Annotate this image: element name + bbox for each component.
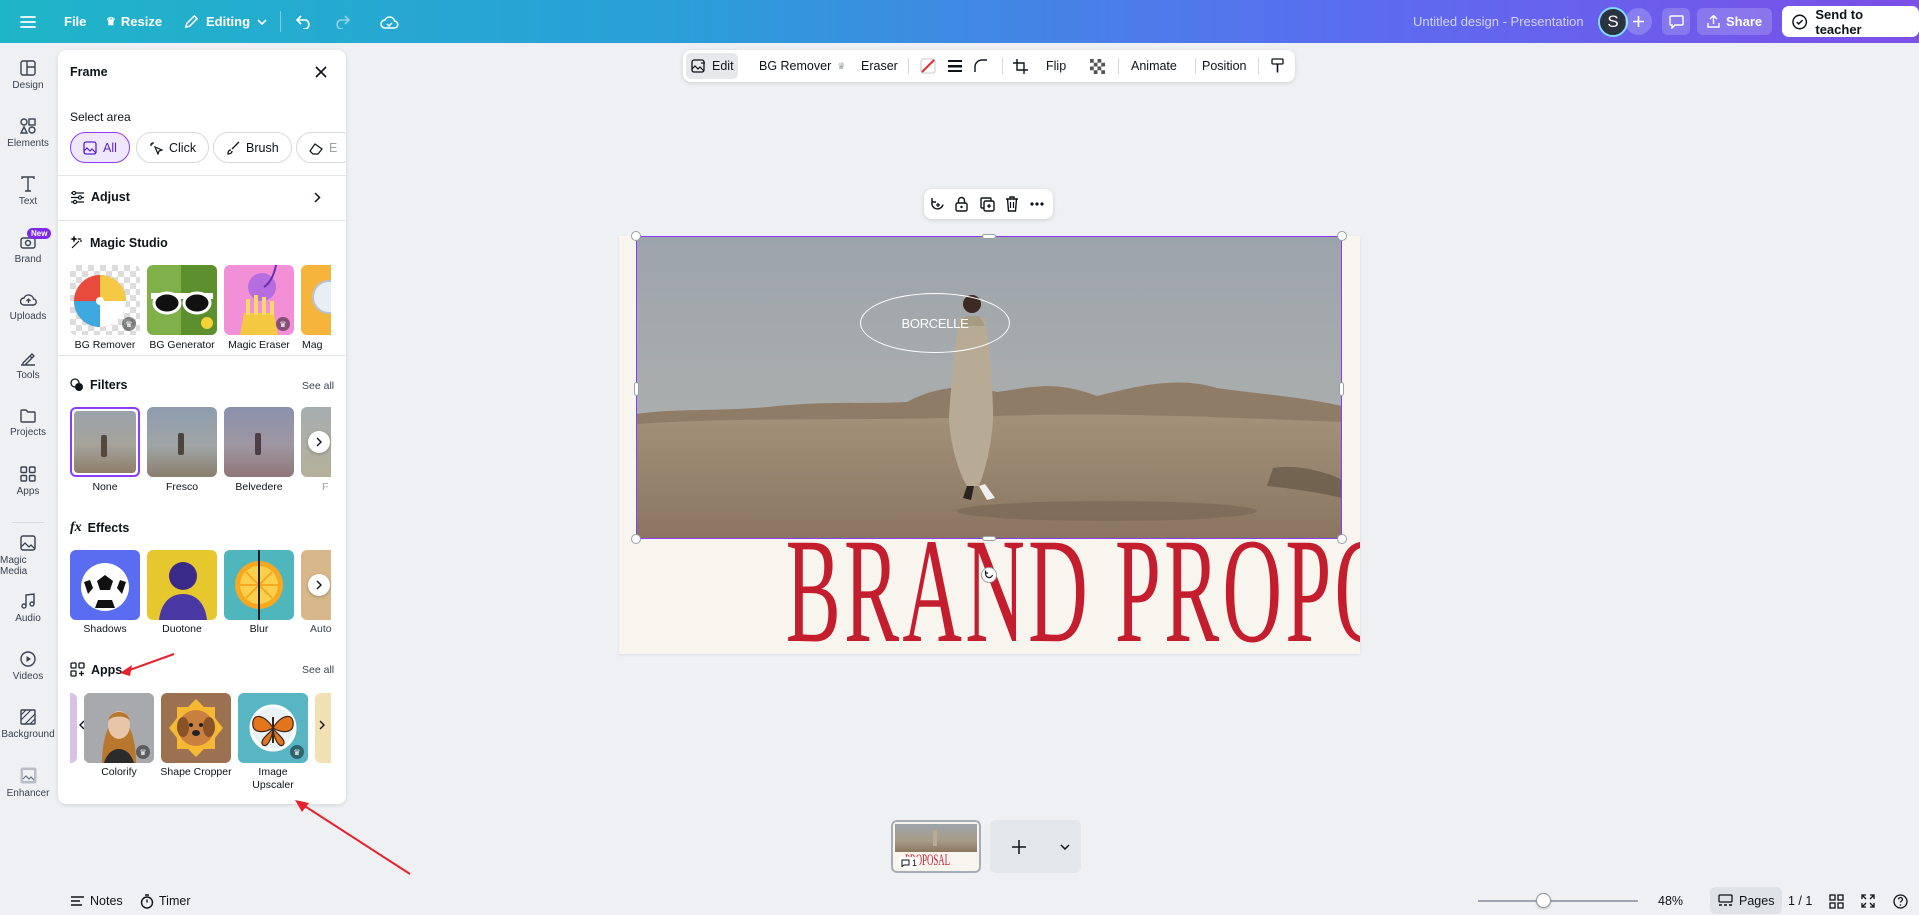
comment-icon bbox=[901, 859, 910, 867]
notes-label: Notes bbox=[90, 894, 123, 908]
pages-icon bbox=[1718, 894, 1733, 906]
thumb-figure bbox=[933, 830, 937, 846]
pages-button[interactable]: Pages bbox=[1710, 887, 1783, 914]
page-count[interactable]: 1 / 1 bbox=[1788, 890, 1812, 912]
thumb-photo bbox=[895, 824, 977, 852]
timer-icon bbox=[140, 893, 154, 909]
help-icon[interactable] bbox=[1893, 890, 1908, 912]
zoom-slider-knob[interactable] bbox=[1536, 893, 1551, 908]
grid-view-icon[interactable] bbox=[1829, 890, 1844, 912]
comment-count: 1 bbox=[912, 858, 918, 868]
page-thumbnail[interactable]: PROPOSAL 1 bbox=[891, 820, 981, 873]
add-page-button[interactable] bbox=[990, 820, 1081, 873]
zoom-slider[interactable] bbox=[1478, 900, 1638, 902]
comment-count-badge: 1 bbox=[899, 857, 920, 869]
annotation-arrows bbox=[120, 653, 411, 875]
pages-label: Pages bbox=[1739, 893, 1775, 908]
plus-icon bbox=[1012, 840, 1026, 854]
notes-button[interactable]: Notes bbox=[70, 890, 123, 912]
fullscreen-icon[interactable] bbox=[1861, 890, 1875, 912]
zoom-level[interactable]: 48% bbox=[1658, 890, 1683, 912]
notes-icon bbox=[71, 896, 84, 906]
chevron-down-icon[interactable] bbox=[1060, 844, 1070, 850]
timer-label: Timer bbox=[159, 894, 191, 908]
timer-button[interactable]: Timer bbox=[140, 890, 190, 912]
